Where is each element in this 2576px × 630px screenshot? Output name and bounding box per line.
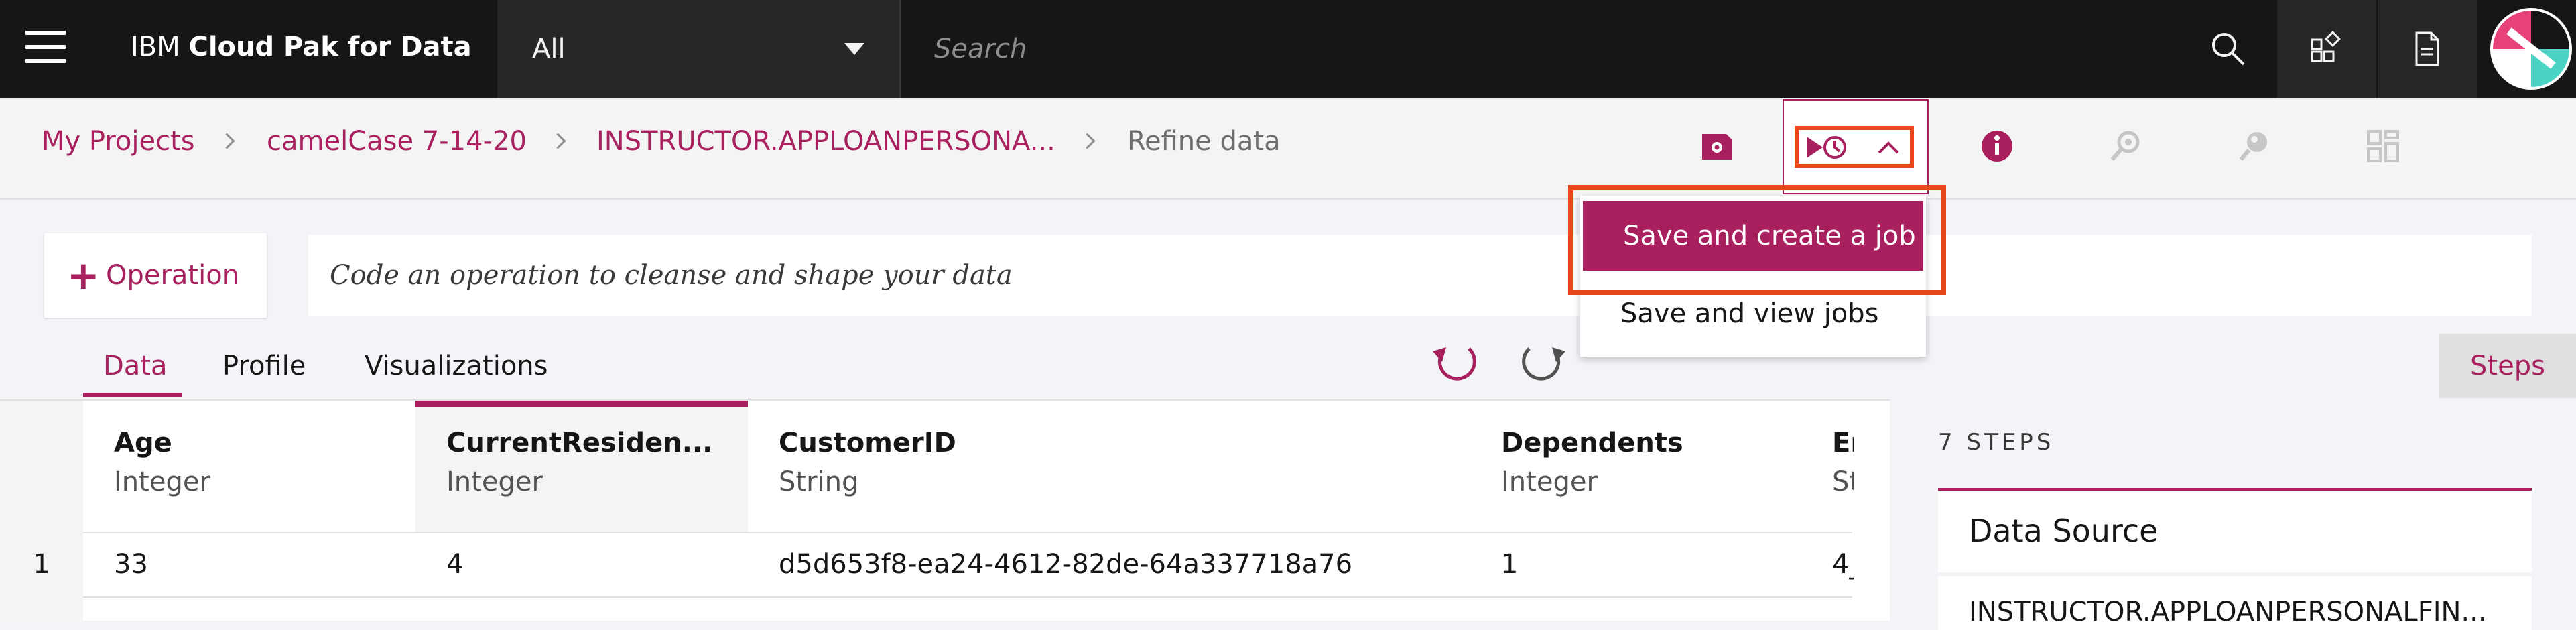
operation-label: Operation	[106, 260, 240, 291]
jobs-dropdown-menu: Save and create a job Save and view jobs	[1580, 196, 1926, 357]
chevron-up-icon	[1878, 141, 1899, 154]
breadcrumb-chevron-icon	[550, 133, 566, 149]
document-icon	[2415, 32, 2439, 66]
column-type: Strir	[1832, 466, 1854, 497]
table-cell[interactable]: 1	[1470, 532, 1518, 596]
table-cell[interactable]: 33	[114, 532, 148, 596]
save-icon[interactable]	[1698, 127, 1736, 165]
step-detail: INSTRUCTOR.APPLOANPERSONALFIN...	[1969, 596, 2487, 627]
top-header: IBM Cloud Pak for Data All	[0, 0, 2576, 98]
column-name: Emp	[1832, 428, 1854, 458]
tab-profile[interactable]: Profile	[222, 335, 306, 397]
column-name: Age	[114, 428, 172, 458]
column-header[interactable]: Age Integer	[83, 401, 415, 532]
notifications-button[interactable]	[2378, 0, 2477, 98]
steps-count-title: 7 STEPS	[1938, 429, 2055, 456]
jobs-menu-button[interactable]	[1783, 99, 1929, 194]
catalog-icon	[2311, 30, 2341, 62]
catalog-button[interactable]	[2277, 0, 2376, 98]
column-type: Integer	[1501, 466, 1598, 497]
run-schedule-icon	[1807, 136, 1846, 159]
jobs-button-highlight	[1795, 126, 1914, 168]
find-replace-icon	[2110, 131, 2140, 161]
breadcrumb-project[interactable]: camelCase 7-14-20	[267, 98, 527, 185]
table-cell-clip: 4_to_7	[1801, 532, 1854, 596]
column-name: CurrentResiden...	[446, 428, 713, 458]
data-table: Age Integer CurrentResiden... Integer Cu…	[0, 399, 1890, 621]
avatar-logo-icon	[2491, 9, 2571, 89]
table-row-divider	[83, 596, 1852, 598]
breadcrumb-data-asset[interactable]: INSTRUCTOR.APPLOANPERSONA...	[596, 98, 1055, 185]
step-card-data-source[interactable]: Data Source	[1938, 491, 2532, 572]
breadcrumb-chevron-icon	[1079, 133, 1096, 149]
row-number: 1	[33, 549, 50, 580]
redo-icon[interactable]	[1516, 338, 1571, 386]
hamburger-menu-icon[interactable]	[25, 31, 66, 64]
column-type: String	[779, 466, 859, 497]
search-icon[interactable]	[2209, 29, 2246, 67]
column-header[interactable]: CustomerID String	[748, 401, 1470, 532]
save-and-view-jobs-item[interactable]: Save and view jobs	[1580, 279, 1926, 349]
explore-icon	[2239, 132, 2267, 161]
column-name: Dependents	[1501, 428, 1683, 458]
product-brand[interactable]: IBM Cloud Pak for Data	[94, 0, 472, 98]
breadcrumb-chevron-icon	[218, 133, 235, 149]
table-cell[interactable]: 4_to_7	[1832, 532, 1854, 596]
column-header[interactable]: Emp Strir	[1801, 401, 1854, 532]
info-icon[interactable]	[1978, 127, 2016, 165]
app-window: IBM Cloud Pak for Data All Search My Pro…	[0, 0, 2576, 630]
column-name: CustomerID	[779, 428, 956, 458]
table-cell[interactable]: 4	[446, 532, 463, 596]
column-type: Integer	[114, 466, 210, 497]
undo-icon[interactable]	[1427, 338, 1482, 386]
save-and-create-job-item[interactable]: Save and create a job	[1583, 201, 1923, 271]
step-title: Data Source	[1969, 513, 2159, 549]
brand-prefix: IBM	[131, 32, 180, 62]
add-operation-button[interactable]: + Operation	[44, 233, 267, 318]
tab-visualizations[interactable]: Visualizations	[365, 335, 548, 397]
code-operation-input[interactable]	[308, 235, 2532, 316]
table-cell[interactable]: d5d653f8-ea24-4612-82de-64a337718a76	[779, 532, 1352, 596]
column-header[interactable]: Dependents Integer	[1470, 401, 1801, 532]
dashboard-icon	[2367, 130, 2399, 162]
breadcrumb-current: Refine data	[1127, 126, 1281, 157]
breadcrumb-bar: My Projects camelCase 7-14-20 INSTRUCTOR…	[0, 98, 2576, 200]
caret-down-icon	[844, 43, 864, 55]
breadcrumb-my-projects[interactable]: My Projects	[42, 98, 195, 185]
user-avatar[interactable]	[2490, 8, 2572, 90]
column-header-selected[interactable]: CurrentResiden... Integer	[415, 401, 748, 532]
column-type: Integer	[446, 466, 543, 497]
scope-dropdown[interactable]: All	[497, 0, 899, 98]
scope-value: All	[532, 34, 566, 64]
brand-name: Cloud Pak for Data	[188, 32, 472, 62]
steps-toggle-button[interactable]: Steps	[2439, 334, 2576, 398]
active-tab-indicator	[83, 393, 182, 397]
tab-data[interactable]: Data	[103, 335, 168, 397]
global-search-input[interactable]	[901, 0, 2201, 98]
step-card-detail[interactable]: INSTRUCTOR.APPLOANPERSONALFIN...	[1938, 576, 2532, 630]
plus-icon: +	[67, 253, 100, 298]
